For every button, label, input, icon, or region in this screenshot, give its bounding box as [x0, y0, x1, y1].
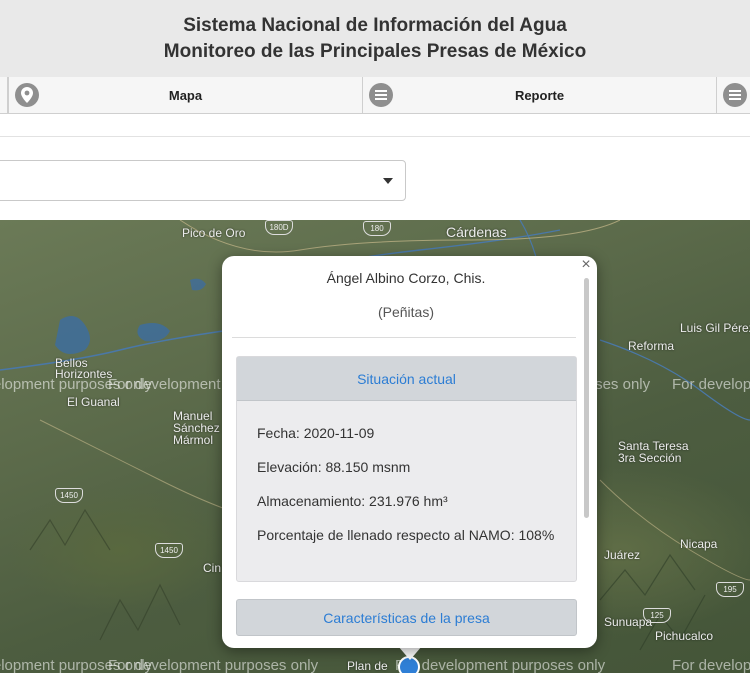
map-pin-icon: [15, 83, 39, 107]
current-status-header[interactable]: Situación actual: [237, 357, 576, 401]
dam-characteristics-header[interactable]: Características de la presa: [236, 599, 577, 636]
highway-shield: 1450: [155, 543, 183, 558]
map-watermark: For development purposes only: [672, 657, 750, 673]
map-label-pichucalco: Pichucalco: [655, 629, 714, 643]
content-strip: [0, 115, 750, 137]
popup-title: Ángel Albino Corzo, Chis.: [326, 270, 486, 286]
nav-left-stub[interactable]: [0, 77, 8, 114]
menu-icon: [369, 83, 393, 107]
header-subtitle: Monitoreo de las Principales Presas de M…: [163, 40, 587, 62]
highway-shield: 180D: [265, 220, 293, 235]
map-label-cin: Cin: [203, 561, 222, 575]
highway-shield: 195: [716, 582, 744, 597]
map-label-luis-gil: Luis Gil Pérez: [680, 321, 750, 335]
map-watermark: For development purposes only: [395, 657, 606, 673]
map-label-reforma: Reforma: [628, 339, 675, 353]
elevacion-value: Elevación: 88.150 msnm: [257, 459, 411, 475]
current-status-body: Fecha: 2020-11-09 Elevación: 88.150 msnm…: [257, 425, 554, 561]
map-label-nicapa: Nicapa: [680, 537, 718, 551]
nav-right-stub[interactable]: [716, 77, 750, 114]
fecha-value: Fecha: 2020-11-09: [257, 425, 375, 441]
highway-shield: 125: [643, 608, 671, 623]
dam-select[interactable]: [0, 160, 406, 201]
current-status-panel: Situación actual Fecha: 2020-11-09 Eleva…: [236, 356, 577, 582]
porcentaje-value: Porcentaje de llenado respecto al NAMO: …: [257, 527, 555, 543]
popup-tip: [398, 646, 422, 660]
divider: [232, 337, 576, 338]
map-label-plan-de: Plan de: [347, 659, 388, 673]
tab-reporte-label: Reporte: [514, 87, 565, 103]
menu-icon: [723, 83, 747, 107]
header-title: Sistema Nacional de Información del Agua: [183, 14, 567, 36]
map-watermark: For development purposes only: [108, 657, 319, 673]
highway-shield: 1450: [55, 488, 83, 503]
map-label-manuel-sanchez: Manuel Sánchez Mármol: [173, 409, 220, 447]
map-watermark: For development purposes only: [672, 376, 750, 393]
nav-bar: Mapa Reporte: [0, 77, 750, 114]
map-label-santa-teresa: Santa Teresa 3ra Sección: [618, 439, 689, 465]
tab-reporte[interactable]: Reporte: [362, 77, 717, 114]
map-label-pico-de-oro: Pico de Oro: [182, 226, 246, 240]
highway-shield: 180: [363, 221, 391, 236]
tab-mapa-label: Mapa: [168, 87, 203, 103]
app-header: Sistema Nacional de Información del Agua…: [0, 0, 750, 78]
dam-info-popup: × Ángel Albino Corzo, Chis. (Peñitas) Si…: [222, 256, 597, 648]
almacenamiento-value: Almacenamiento: 231.976 hm³: [257, 493, 448, 509]
caret-down-icon: [383, 178, 393, 184]
popup-subtitle: (Peñitas): [377, 304, 435, 320]
map-label-juarez: Juárez: [604, 548, 641, 562]
tab-mapa[interactable]: Mapa: [8, 77, 363, 114]
map-label-cardenas: Cárdenas: [446, 224, 507, 240]
map-label-el-guanal: El Guanal: [67, 395, 120, 409]
